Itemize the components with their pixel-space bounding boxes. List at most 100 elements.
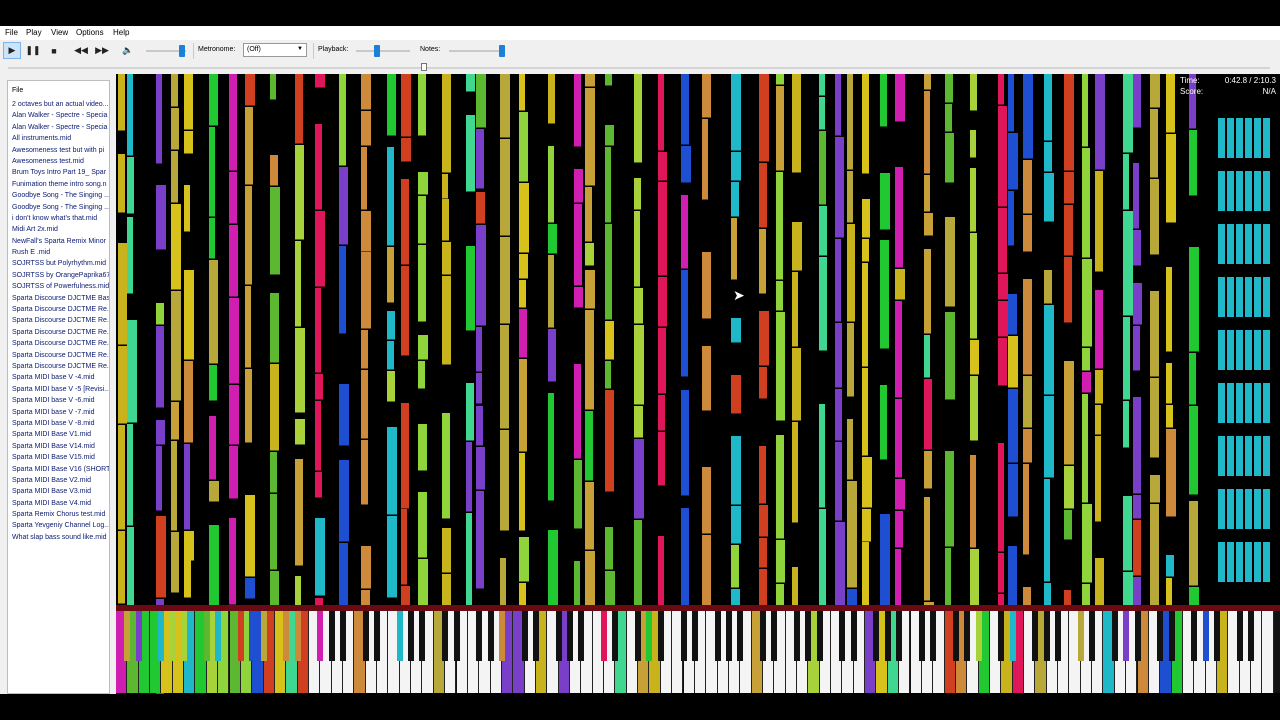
piano-black-key — [930, 611, 937, 661]
falling-note — [862, 509, 871, 542]
falling-note — [171, 532, 179, 593]
volume-button[interactable]: 🔈 — [119, 42, 137, 59]
file-list-item[interactable]: Awesomeness test.mid — [12, 156, 109, 167]
falling-note — [1123, 74, 1133, 153]
falling-note — [387, 147, 394, 246]
file-list-item[interactable]: Sparta Yevgeniy Channel Log... — [12, 520, 109, 531]
falling-note — [184, 361, 193, 443]
falling-note — [1082, 348, 1090, 371]
falling-note — [270, 494, 277, 570]
piano-black-key — [283, 611, 290, 661]
falling-note — [1095, 370, 1103, 404]
fast-forward-icon: ▶▶ — [95, 45, 109, 55]
seek-bar[interactable] — [0, 62, 1280, 74]
menu-file[interactable]: File — [5, 28, 18, 37]
piano-black-key — [998, 611, 1005, 661]
file-list-item[interactable]: What slap bass sound like.mid — [12, 532, 109, 543]
playback-slider-thumb[interactable] — [373, 45, 380, 57]
play-button[interactable]: ▶ — [3, 42, 21, 59]
falling-note — [585, 88, 595, 186]
file-list-item[interactable]: 2 octaves but an actual video... — [12, 99, 109, 110]
file-list-item[interactable]: SOJRTSS of Powerfulness.mid — [12, 281, 109, 292]
file-list-item[interactable]: Goodbye Song - The Singing ... — [12, 190, 109, 201]
file-list-item[interactable]: Sparta Discourse DJCTME Re... — [12, 338, 109, 349]
stop-button[interactable]: ■ — [45, 42, 63, 59]
falling-note — [998, 338, 1007, 386]
falling-note — [1150, 378, 1159, 458]
notes-slider-thumb[interactable] — [498, 45, 505, 57]
falling-note — [1150, 291, 1159, 377]
file-list-item[interactable]: All instruments.mid — [12, 133, 109, 144]
file-list-item[interactable]: Sparta MIDI Base V1.mid — [12, 429, 109, 440]
file-list-item[interactable]: Sparta MIDI base V -4.mid — [12, 372, 109, 383]
file-list-item[interactable]: Sparta MIDI Base V2.mid — [12, 475, 109, 486]
falling-note — [1236, 436, 1243, 476]
file-list-item[interactable]: Awesomeness test but with pi — [12, 145, 109, 156]
file-list-item[interactable]: Sparta MIDI base V -8.mid — [12, 418, 109, 429]
piano-black-key — [759, 611, 766, 661]
file-list-item[interactable]: Sparta Discourse DJCTME Bas — [12, 293, 109, 304]
volume-slider-thumb[interactable] — [179, 45, 185, 57]
file-list-item[interactable]: Sparta Discourse DJCTME Re... — [12, 350, 109, 361]
file-list-item[interactable]: Alan Walker - Spectre - Specia — [12, 122, 109, 133]
falling-note — [1218, 489, 1225, 529]
rewind-button[interactable]: ◀◀ — [72, 42, 90, 59]
file-list-header[interactable]: File — [12, 87, 23, 94]
file-list-item[interactable]: Sparta Discourse DJCTME Re... — [12, 327, 109, 338]
menu-view[interactable]: View — [51, 28, 68, 37]
menu-help[interactable]: Help — [113, 28, 129, 37]
file-list-item[interactable]: Sparta Discourse DJCTME Re... — [12, 315, 109, 326]
playback-slider[interactable] — [356, 50, 410, 52]
notes-slider[interactable] — [449, 50, 503, 52]
falling-note — [118, 531, 125, 604]
piano-black-key — [657, 611, 664, 661]
fast-forward-button[interactable]: ▶▶ — [93, 42, 111, 59]
file-list-item[interactable]: Funimation theme intro song.n — [12, 179, 109, 190]
seek-thumb[interactable] — [421, 63, 428, 71]
falling-note — [245, 369, 252, 443]
score-label: Score: — [1180, 87, 1204, 96]
file-list-item[interactable]: Sparta MIDI Base V14.mid — [12, 441, 109, 452]
falling-note — [862, 457, 872, 508]
falling-note — [500, 74, 510, 138]
file-list-item[interactable]: Brum Toys Intro Part 19_ Spar — [12, 167, 109, 178]
file-list-item[interactable]: Sparta MIDI base V -6.mid — [12, 395, 109, 406]
falling-note — [731, 545, 739, 588]
file-list-item[interactable]: Rush E .mid — [12, 247, 109, 258]
falling-note — [156, 420, 165, 445]
file-list-item[interactable]: Midi Art 2x.mid — [12, 224, 109, 235]
falling-note — [759, 229, 766, 294]
file-list-item[interactable]: Sparta MIDI Base V16 (SHORT — [12, 464, 109, 475]
file-list-item[interactable]: Alan Walker - Spectre - Specia — [12, 110, 109, 121]
falling-note — [1044, 270, 1052, 304]
file-list-item[interactable]: Sparta Discourse DJCTME Re... — [12, 304, 109, 315]
falling-note — [1236, 542, 1243, 582]
seek-track[interactable] — [8, 67, 1270, 69]
menu-play[interactable]: Play — [26, 28, 42, 37]
falling-note — [924, 74, 931, 90]
falling-note — [862, 74, 869, 174]
pause-button[interactable]: ❚❚ — [24, 42, 42, 59]
falling-note — [209, 416, 216, 480]
file-list-item[interactable]: NewFall's Sparta Remix Minor — [12, 236, 109, 247]
metronome-select[interactable]: (Off) ▼ — [243, 43, 307, 57]
file-list-item[interactable]: Sparta Discourse DJCTME Re... — [12, 361, 109, 372]
file-list-item[interactable]: Goodbye Song - The Singing ... — [12, 202, 109, 213]
file-list-item[interactable]: SOJRTSS by OrangePaprika67 — [12, 270, 109, 281]
falling-note — [476, 129, 484, 189]
piano-black-key — [771, 611, 778, 661]
falling-note — [156, 446, 162, 511]
file-list-item[interactable]: Sparta Remix Chorus test.mid — [12, 509, 109, 520]
falling-note — [1254, 542, 1261, 582]
falling-note — [945, 133, 954, 183]
file-list-item[interactable]: Sparta MIDI Base V4.mid — [12, 498, 109, 509]
file-list-item[interactable]: Sparta MIDI base V -7.mid — [12, 407, 109, 418]
falling-note — [819, 257, 827, 351]
file-list-item[interactable]: Sparta MIDI Base V3.mid — [12, 486, 109, 497]
file-list-item[interactable]: Sparta MIDI Base V15.mid — [12, 452, 109, 463]
file-list-item[interactable]: Sparta MIDI base V -5 [Revisi... — [12, 384, 109, 395]
file-list-item[interactable]: SOJRTSS but Polyrhythm.mid — [12, 258, 109, 269]
falling-note — [998, 301, 1008, 337]
menu-options[interactable]: Options — [76, 28, 104, 37]
file-list-item[interactable]: i don't know what's that.mid — [12, 213, 109, 224]
